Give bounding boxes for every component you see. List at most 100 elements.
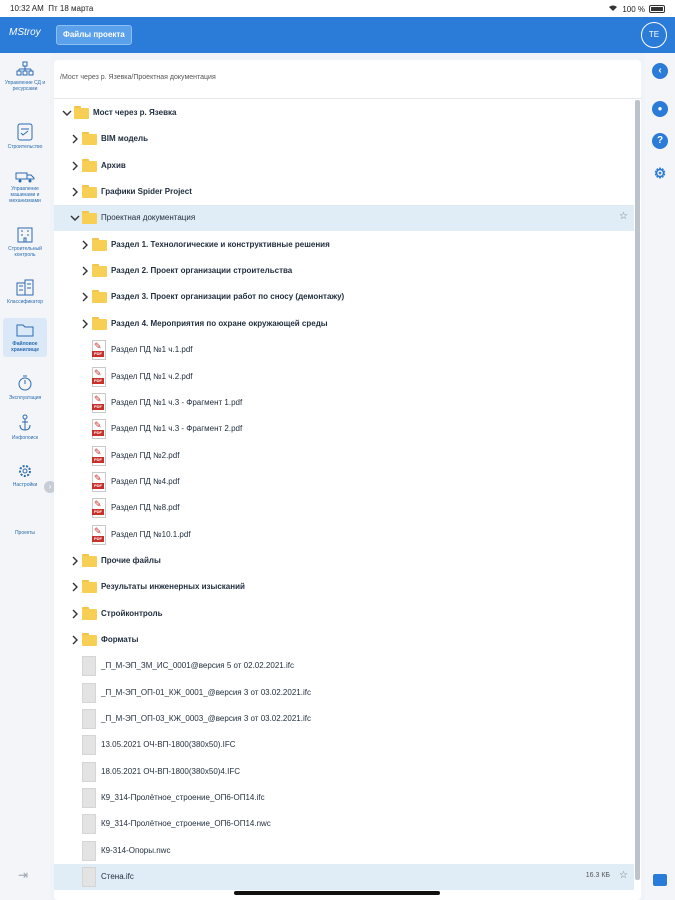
chat-icon[interactable] <box>653 874 667 886</box>
folder-row[interactable]: Мост через р. Язевка <box>54 100 634 126</box>
star-icon[interactable]: ☆ <box>619 211 628 222</box>
building-icon <box>17 227 33 243</box>
folder-row[interactable]: Раздел 4. Мероприятия по охране окружающ… <box>54 311 634 337</box>
logout-icon[interactable]: ⇥ <box>18 868 28 882</box>
item-label: Раздел 4. Мероприятия по охране окружающ… <box>111 318 328 328</box>
file-row[interactable]: ✎ PDF Раздел ПД №8.pdf <box>54 495 634 521</box>
file-row[interactable]: 13.05.2021 ОЧ-ВП-1800(380х50).IFC <box>54 732 634 758</box>
sidebar-item-settings[interactable]: Настройки <box>3 463 47 488</box>
chevron-right-icon[interactable] <box>70 609 80 619</box>
battery-percent: 100 % <box>622 4 645 14</box>
file-row[interactable]: 18.05.2021 ОЧ-ВП-1800(380х50)4.IFC <box>54 759 634 785</box>
item-label: _П_М-ЭП_ЗМ_ИС_0001@версия 5 от 02.02.202… <box>101 661 294 671</box>
folder-row[interactable]: Графики Spider Project <box>54 179 634 205</box>
folder-row[interactable]: Раздел 2. Проект организации строительст… <box>54 258 634 284</box>
right-toolbar: ‹ ● ? ⚙ <box>645 53 675 900</box>
project-files-tab[interactable]: Файлы проекта <box>56 25 132 45</box>
chevron-right-icon[interactable] <box>70 556 80 566</box>
file-row[interactable]: К9-314-Опоры.nwc <box>54 838 634 864</box>
chevron-down-icon[interactable] <box>62 108 72 118</box>
file-icon <box>82 840 96 861</box>
item-label: Форматы <box>101 635 139 644</box>
file-row[interactable]: _П_М-ЭП_ОП-03_КЖ_0003_@версия 3 от 03.02… <box>54 706 634 732</box>
file-row[interactable]: _П_М-ЭП_ОП-01_КЖ_0001_@версия 3 от 03.02… <box>54 680 634 706</box>
sidebar-item-resources[interactable]: Управление СД и ресурсами <box>3 61 47 92</box>
chevron-right-icon[interactable] <box>80 240 90 250</box>
brand-logo[interactable]: MStroy <box>9 27 41 38</box>
scrollbar[interactable] <box>635 100 640 880</box>
folder-icon <box>82 633 97 646</box>
user-avatar[interactable]: TE <box>641 22 667 48</box>
buildings-icon <box>16 279 34 296</box>
file-row[interactable]: ✎ PDF Раздел ПД №2.pdf <box>54 443 634 469</box>
item-label: Раздел 3. Проект организации работ по сн… <box>111 292 345 302</box>
file-row[interactable]: ✎ PDF Раздел ПД №10.1.pdf <box>54 522 634 548</box>
file-row[interactable]: К9_314-Пролётное_строение_ОП6-ОП14.ifc <box>54 785 634 811</box>
sidebar-item-operation[interactable]: Эксплуатация <box>3 374 47 401</box>
file-icon <box>82 761 96 782</box>
chevron-right-icon[interactable] <box>70 582 80 592</box>
item-label: Раздел ПД №1 ч.1.pdf <box>111 345 193 355</box>
item-label: _П_М-ЭП_ОП-03_КЖ_0003_@версия 3 от 03.02… <box>101 714 311 724</box>
folder-icon <box>92 264 107 278</box>
file-row[interactable]: К9_314-Пролётное_строение_ОП6-ОП14.nwc <box>54 811 634 837</box>
folder-row[interactable]: Раздел 3. Проект организации работ по сн… <box>54 284 634 310</box>
chevron-down-icon[interactable] <box>70 213 80 223</box>
folder-row[interactable]: Архив <box>54 153 634 179</box>
file-row[interactable]: ✎ PDF Раздел ПД №1 ч.2.pdf <box>54 364 634 390</box>
sidebar-item-label: Строительство <box>7 144 43 150</box>
folder-row[interactable]: Стройконтроль <box>54 601 634 627</box>
file-icon <box>82 735 96 756</box>
folder-icon <box>82 211 97 225</box>
sidebar-item-file-storage[interactable]: Файловое хранилище <box>3 318 47 357</box>
folder-icon <box>92 316 107 330</box>
sidebar: Управление СД и ресурсами Строительство … <box>0 53 50 900</box>
chevron-right-icon[interactable] <box>80 319 90 329</box>
file-icon <box>82 709 96 730</box>
file-icon <box>82 788 96 809</box>
file-row[interactable]: ✎ PDF Раздел ПД №1 ч.3 - Фрагмент 2.pdf <box>54 416 634 442</box>
collapse-left-icon[interactable]: ‹ <box>652 63 668 79</box>
sidebar-item-infosearch[interactable]: Инфопоиск <box>3 414 47 441</box>
chevron-right-icon[interactable] <box>70 134 80 144</box>
file-icon <box>82 682 96 703</box>
file-row[interactable]: Стена.ifc 16.3 КБ ☆ <box>54 864 634 891</box>
divider <box>54 98 641 99</box>
settings-gear-icon[interactable]: ⚙ <box>652 165 668 181</box>
file-row[interactable]: ✎ PDF Раздел ПД №4.pdf <box>54 469 634 495</box>
folder-icon <box>82 132 97 146</box>
folder-row[interactable]: Форматы <box>54 627 634 653</box>
drop-icon[interactable]: ● <box>652 101 668 117</box>
item-label: Раздел ПД №1 ч.2.pdf <box>111 371 193 381</box>
item-label: К9_314-Пролётное_строение_ОП6-ОП14.ifc <box>101 793 265 803</box>
folder-row[interactable]: Результаты инженерных изысканий <box>54 574 634 600</box>
status-right: 100 % <box>608 4 665 14</box>
folder-row[interactable]: Проектная документация ☆ <box>54 205 634 232</box>
sidebar-item-projects[interactable]: Проекты <box>3 530 47 536</box>
file-row[interactable]: ✎ PDF Раздел ПД №1 ч.1.pdf <box>54 337 634 363</box>
folder-row[interactable]: Прочие файлы <box>54 548 634 574</box>
sidebar-item-classifier[interactable]: Классификатор <box>3 278 47 305</box>
sidebar-item-construction[interactable]: Строительство <box>3 123 47 150</box>
breadcrumb[interactable]: /Мост через р. Язевка/Проектная документ… <box>60 74 216 81</box>
item-label: Графики Spider Project <box>101 187 192 197</box>
sidebar-item-control[interactable]: Строительный контроль <box>3 225 47 258</box>
sidebar-item-label: Управление машинами и механизмами <box>9 186 41 204</box>
folder-row[interactable]: Раздел 1. Технологические и конструктивн… <box>54 232 634 258</box>
star-icon[interactable]: ☆ <box>619 870 628 881</box>
chevron-right-icon[interactable] <box>70 187 80 197</box>
item-label: Раздел ПД №10.1.pdf <box>111 529 191 539</box>
file-row[interactable]: _П_М-ЭП_ЗМ_ИС_0001@версия 5 от 02.02.202… <box>54 653 634 679</box>
folder-row[interactable]: BIM модель <box>54 126 634 152</box>
chevron-right-icon[interactable] <box>80 266 90 276</box>
chevron-right-icon[interactable] <box>70 635 80 645</box>
chevron-right-icon[interactable] <box>70 161 80 171</box>
item-label: _П_М-ЭП_ОП-01_КЖ_0001_@версия 3 от 03.02… <box>101 687 311 697</box>
sidebar-item-machinery[interactable]: Управление машинами и механизмами <box>3 169 47 204</box>
file-row[interactable]: ✎ PDF Раздел ПД №1 ч.3 - Фрагмент 1.pdf <box>54 390 634 416</box>
chevron-right-icon[interactable] <box>80 292 90 302</box>
help-icon[interactable]: ? <box>652 133 668 149</box>
sidebar-item-label: Инфопоиск <box>11 435 39 441</box>
item-label: Раздел ПД №1 ч.3 - Фрагмент 1.pdf <box>111 397 243 407</box>
sidebar-item-label: Классификатор <box>6 299 44 305</box>
